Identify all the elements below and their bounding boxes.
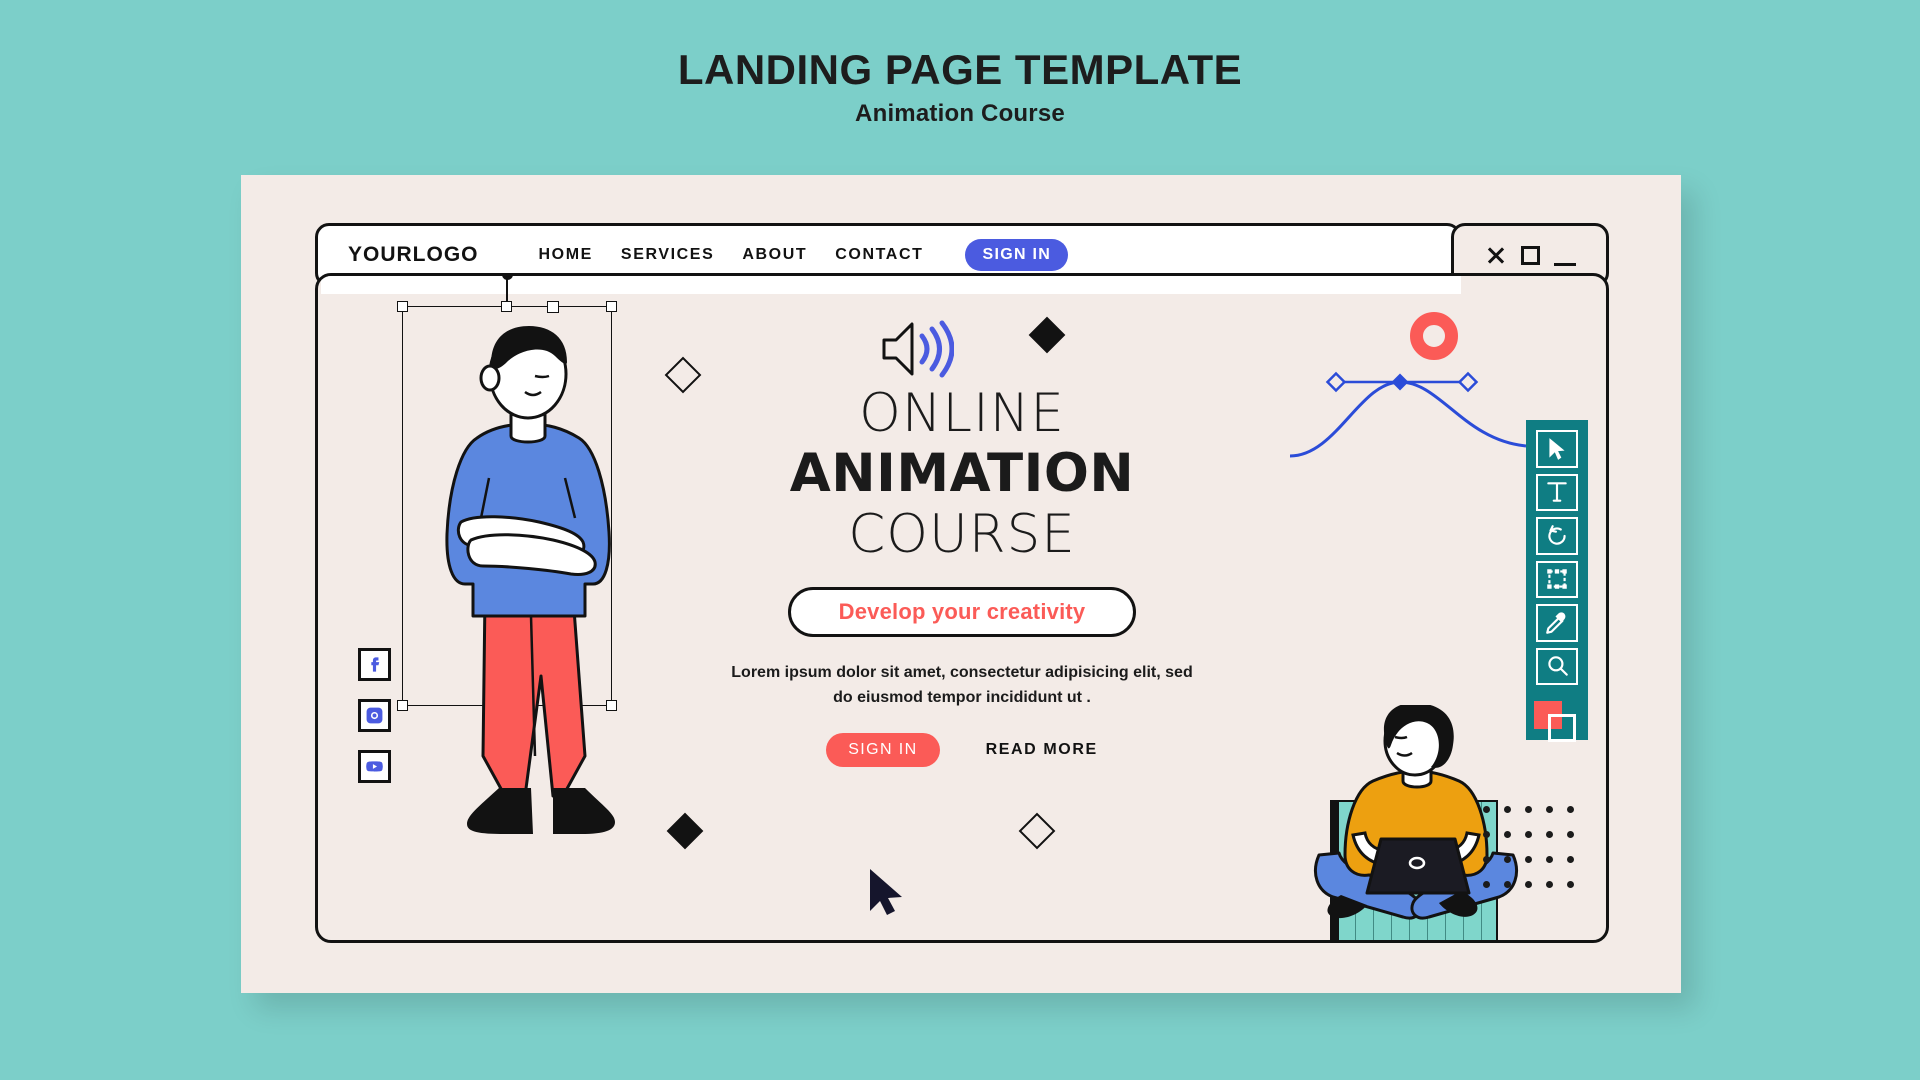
nav-item-contact[interactable]: CONTACT (835, 246, 923, 264)
browser-mockup: YOURLOGO HOME SERVICES ABOUT CONTACT SIG… (315, 223, 1609, 943)
speaker-icon (878, 318, 955, 385)
poster-header: LANDING PAGE TEMPLATE Animation Course (0, 46, 1920, 128)
transform-tool[interactable] (1536, 560, 1578, 599)
hero-readmore-button[interactable]: READ MORE (986, 741, 1098, 759)
nav-item-home[interactable]: HOME (539, 246, 593, 264)
close-icon[interactable] (1485, 244, 1507, 266)
develop-creativity-button[interactable]: Develop your creativity (788, 587, 1136, 638)
mouse-cursor (866, 867, 906, 922)
site-logo[interactable]: YOURLOGO (348, 243, 479, 267)
browser-viewport: ONLINE ANIMATION COURSE Develop your cre… (315, 273, 1609, 943)
template-card: YOURLOGO HOME SERVICES ABOUT CONTACT SIG… (241, 175, 1681, 993)
hero-line-course: COURSE (848, 503, 1076, 565)
hero-actions: SIGN IN READ MORE (727, 732, 1197, 767)
zoom-tool[interactable] (1536, 647, 1578, 686)
bezier-curve (1288, 368, 1528, 463)
cursor-tool[interactable] (1536, 430, 1578, 468)
hero-line-online: ONLINE (859, 383, 1065, 444)
social-rail (358, 648, 391, 783)
eyedropper-tool[interactable] (1536, 604, 1578, 642)
facebook-icon[interactable] (358, 648, 391, 681)
dot-grid-decoration (1483, 806, 1588, 906)
hero-line-animation: ANIMATION (789, 443, 1135, 505)
handle-top-middle[interactable] (501, 301, 512, 312)
diamond-outline-top-left (664, 356, 702, 394)
poster-title: LANDING PAGE TEMPLATE (677, 46, 1243, 93)
hero-paragraph: Lorem ipsum dolor sit amet, consectetur … (731, 664, 1193, 707)
nav-item-about[interactable]: ABOUT (742, 246, 807, 264)
diamond-solid-top (1028, 316, 1066, 354)
maximize-icon[interactable] (1520, 245, 1540, 265)
nav-signin-button[interactable]: SIGN IN (965, 239, 1069, 271)
background-color[interactable] (1548, 714, 1576, 743)
handle-inner-right[interactable] (547, 301, 559, 313)
text-tool[interactable] (1536, 473, 1578, 512)
nav-seam (321, 276, 1461, 294)
nav-item-services[interactable]: SERVICES (621, 246, 714, 264)
develop-creativity-label: Develop your creativity (838, 599, 1086, 625)
hero-signin-button[interactable]: SIGN IN (826, 732, 940, 767)
diamond-solid-bottom (666, 812, 704, 850)
tool-palette (1526, 420, 1588, 743)
instagram-icon[interactable] (358, 699, 391, 732)
handle-top-left[interactable] (397, 301, 408, 312)
minimize-icon[interactable] (1553, 244, 1576, 266)
hero-block: ONLINE ANIMATION COURSE Develop your cre… (727, 383, 1197, 767)
rotate-tool[interactable] (1536, 517, 1578, 555)
illustration-standing-man (413, 326, 643, 891)
handle-bottom-left[interactable] (397, 700, 408, 711)
color-swatch[interactable] (1534, 701, 1580, 743)
poster-subtitle: Animation Course (855, 100, 1065, 128)
ring-decoration (1410, 312, 1458, 360)
nav-links: HOME SERVICES ABOUT CONTACT SIGN IN (539, 239, 1069, 271)
youtube-icon[interactable] (358, 750, 391, 783)
handle-top-right[interactable] (606, 301, 617, 312)
diamond-outline-bottom (1018, 812, 1056, 850)
